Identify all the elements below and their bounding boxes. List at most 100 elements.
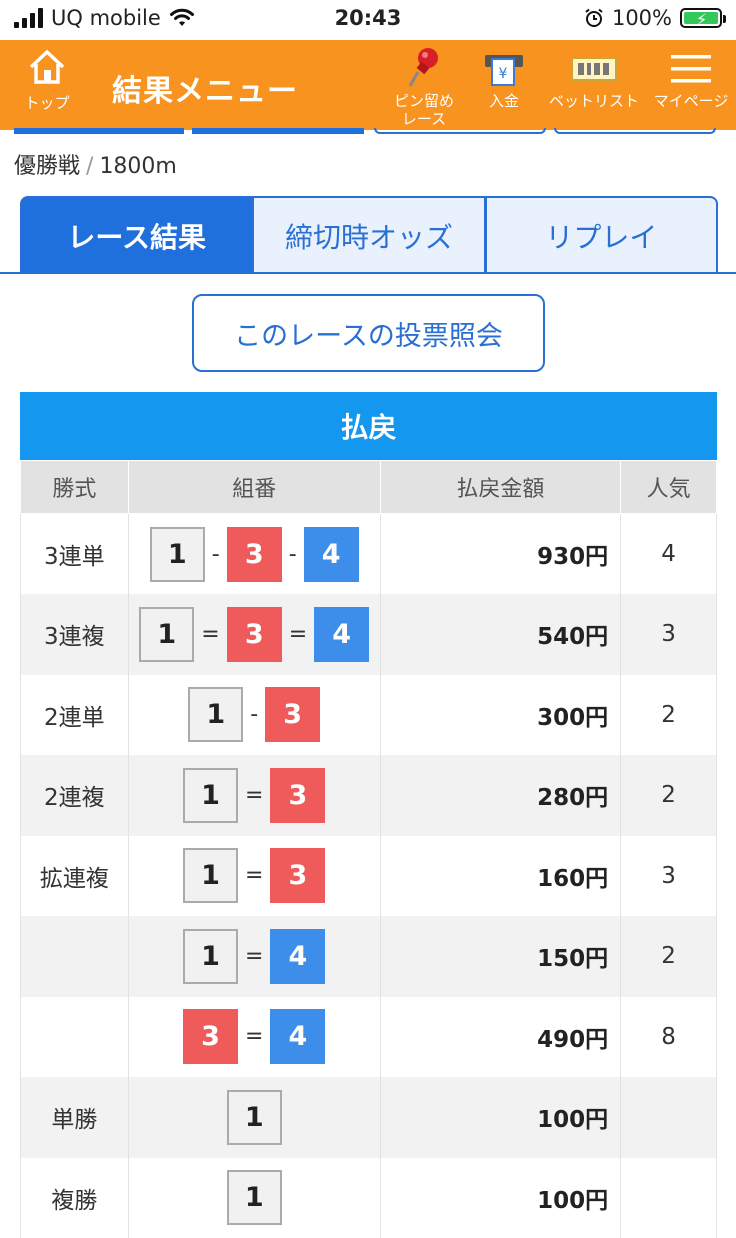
bet-type: 単勝 <box>21 1077 129 1158</box>
payout-row: 拡連複1=3160円3 <box>21 836 717 917</box>
atm-icon: ¥ <box>481 49 527 89</box>
popularity: 3 <box>621 594 717 675</box>
col-amount: 払戻金額 <box>380 461 620 514</box>
payout-row: 3=4490円8 <box>21 997 717 1078</box>
battery-percent: 100% <box>612 6 672 30</box>
bet-type: 2連単 <box>21 675 129 756</box>
boat-number: 3 <box>270 848 325 903</box>
bet-type: 複勝 <box>21 1158 129 1238</box>
boat-number: 4 <box>270 1009 325 1064</box>
deposit-button[interactable]: ¥ 入金 <box>476 46 532 110</box>
combo-separator: = <box>245 783 263 808</box>
deposit-label: 入金 <box>476 92 532 110</box>
vote-inquiry-button[interactable]: このレースの投票照会 <box>192 294 545 372</box>
result-tabs: レース結果 締切時オッズ リプレイ <box>20 196 718 274</box>
hidden-button-2 <box>554 128 716 134</box>
svg-text:¥: ¥ <box>499 66 508 82</box>
race-name: 優勝戦 <box>14 154 80 179</box>
payout-row: 3連単1-3-4930円4 <box>21 514 717 595</box>
popularity: 3 <box>621 836 717 917</box>
tab-replay[interactable]: リプレイ <box>486 196 718 274</box>
payout-table: 勝式 組番 払戻金額 人気 3連単1-3-4930円43連複1=3=4540円3… <box>20 460 717 1238</box>
boat-number: 1 <box>139 607 194 662</box>
boat-number: 1 <box>150 527 205 582</box>
payout-row: 2連単1-3300円2 <box>21 675 717 756</box>
payout-amount: 100円 <box>380 1158 620 1238</box>
combination: 1=3=4 <box>128 594 380 675</box>
boat-number: 3 <box>270 768 325 823</box>
popularity: 2 <box>621 675 717 756</box>
battery-icon: ⚡ <box>680 8 722 28</box>
combo-separator: - <box>250 702 258 727</box>
col-popularity: 人気 <box>621 461 717 514</box>
payout-header-row: 勝式 組番 払戻金額 人気 <box>21 461 717 514</box>
payout-amount: 100円 <box>380 1077 620 1158</box>
boat-number: 3 <box>227 607 282 662</box>
app-header: トップ 結果メニュー ピン留め レース ¥ 入金 <box>0 40 736 130</box>
combo-separator: = <box>245 863 263 888</box>
col-kind: 勝式 <box>21 461 129 514</box>
home-icon <box>27 48 67 86</box>
boat-number: 1 <box>183 768 238 823</box>
race-separator: / <box>86 154 93 179</box>
hidden-tab-2 <box>192 128 364 134</box>
payout-amount: 150円 <box>380 916 620 997</box>
boat-number: 4 <box>314 607 369 662</box>
page-title: 結果メニュー <box>112 66 298 110</box>
tab-closing-odds[interactable]: 締切時オッズ <box>253 196 485 274</box>
boat-number: 3 <box>183 1009 238 1064</box>
boat-number: 3 <box>227 527 282 582</box>
mypage-button[interactable]: マイページ <box>650 46 732 110</box>
race-distance: 1800m <box>99 154 176 179</box>
bet-type: 2連複 <box>21 755 129 836</box>
alarm-icon <box>584 8 604 28</box>
boat-number: 4 <box>304 527 359 582</box>
combination: 1 <box>128 1077 380 1158</box>
boat-number: 1 <box>183 848 238 903</box>
payout-amount: 280円 <box>380 755 620 836</box>
combination: 1-3-4 <box>128 514 380 595</box>
popularity <box>621 1158 717 1238</box>
boat-number: 1 <box>227 1170 282 1225</box>
combination: 3=4 <box>128 997 380 1078</box>
hidden-button-1 <box>374 128 546 134</box>
payout-amount: 300円 <box>380 675 620 756</box>
ticket-icon <box>568 52 620 86</box>
popularity: 2 <box>621 916 717 997</box>
payout-row: 複勝 1 100円 <box>21 1158 717 1238</box>
popularity: 4 <box>621 514 717 595</box>
payout-amount: 160円 <box>380 836 620 917</box>
status-bar: UQ mobile 20:43 100% ⚡ <box>0 0 736 40</box>
betlist-button[interactable]: ベットリスト <box>546 46 642 110</box>
popularity: 8 <box>621 997 717 1078</box>
status-right: 100% ⚡ <box>584 6 722 30</box>
boat-number: 3 <box>265 687 320 742</box>
payout-row: 3連複1=3=4540円3 <box>21 594 717 675</box>
race-info: 優勝戦/1800m <box>14 148 177 180</box>
home-button[interactable]: トップ <box>12 48 82 113</box>
bet-type: 3連単 <box>21 514 129 595</box>
tab-race-result[interactable]: レース結果 <box>20 196 253 274</box>
bet-type <box>21 997 129 1078</box>
bet-type <box>21 916 129 997</box>
combination: 1-3 <box>128 675 380 756</box>
tabs-underline <box>0 272 736 274</box>
payout-amount: 930円 <box>380 514 620 595</box>
combination: 1 = 3 <box>128 836 380 917</box>
col-combo: 組番 <box>128 461 380 514</box>
popularity <box>621 1077 717 1158</box>
combination: 1 = 3 <box>128 755 380 836</box>
payout-row: 1=4150円2 <box>21 916 717 997</box>
pushpin-icon <box>404 46 444 92</box>
betlist-label: ベットリスト <box>546 92 642 110</box>
hidden-tab-1 <box>14 128 184 134</box>
pin-label-2: レース <box>386 110 462 128</box>
bet-type: 3連複 <box>21 594 129 675</box>
boat-number: 1 <box>188 687 243 742</box>
boat-number: 1 <box>183 929 238 984</box>
pin-label-1: ピン留め <box>386 92 462 110</box>
payout-amount: 540円 <box>380 594 620 675</box>
combo-separator: - <box>289 542 297 567</box>
payout-title: 払戻 <box>20 392 717 460</box>
pin-race-button[interactable]: ピン留め レース <box>386 46 462 128</box>
